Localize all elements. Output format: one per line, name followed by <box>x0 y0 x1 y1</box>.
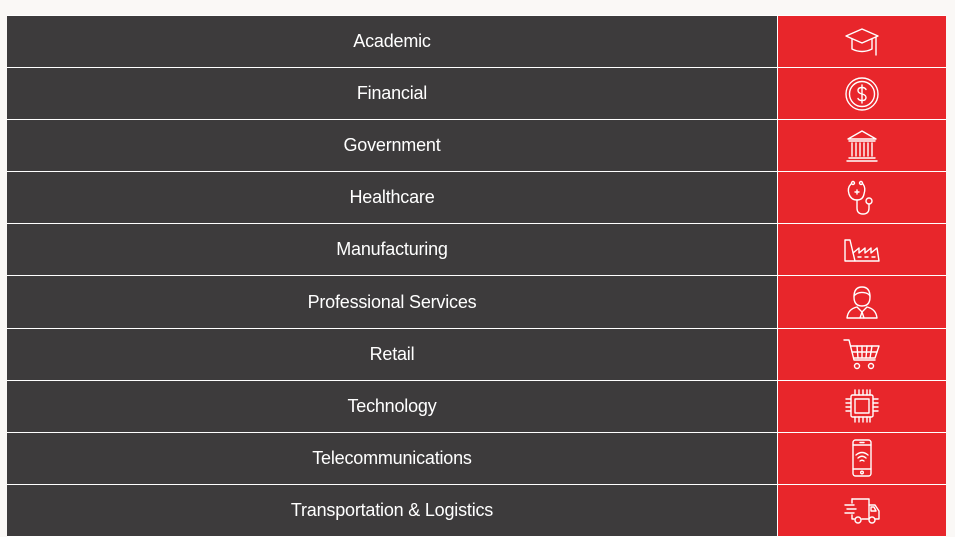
industry-label: Healthcare <box>7 172 778 224</box>
dollar-coin-icon <box>845 76 879 111</box>
industry-row-healthcare: Healthcare <box>7 172 946 225</box>
industry-label: Government <box>7 120 778 172</box>
industry-label: Academic <box>7 16 778 68</box>
industry-row-professional-services: Professional Services <box>7 276 946 329</box>
industry-row-transportation-logistics: Transportation & Logistics <box>7 484 946 537</box>
industry-row-manufacturing: Manufacturing <box>7 224 946 277</box>
industry-icon-cell <box>778 432 946 484</box>
industry-label: Telecommunications <box>7 432 778 484</box>
industry-icon-cell <box>778 68 946 120</box>
industry-icon-cell <box>778 484 946 536</box>
industry-row-retail: Retail <box>7 328 946 381</box>
government-building-icon <box>846 130 878 162</box>
industry-icon-cell <box>778 276 946 328</box>
industry-icon-cell <box>778 224 946 276</box>
industry-icon-cell <box>778 328 946 380</box>
industry-row-academic: Academic <box>7 16 946 69</box>
industry-table: Academic Financial Government Healthcare… <box>7 15 946 537</box>
microchip-icon <box>845 389 879 423</box>
industry-icon-cell <box>778 16 946 68</box>
shopping-cart-icon <box>843 339 880 370</box>
industry-label: Transportation & Logistics <box>7 484 778 536</box>
industry-label: Technology <box>7 380 778 432</box>
mobile-phone-wifi-icon <box>852 439 872 477</box>
delivery-truck-icon <box>844 498 880 525</box>
industry-label: Professional Services <box>7 276 778 328</box>
industry-label: Retail <box>7 328 778 380</box>
industry-row-technology: Technology <box>7 380 946 433</box>
graduation-cap-icon <box>845 27 879 56</box>
industry-icon-cell <box>778 380 946 432</box>
factory-icon <box>844 239 880 262</box>
industry-label: Financial <box>7 68 778 120</box>
industry-icon-cell <box>778 120 946 172</box>
industry-icon-cell <box>778 172 946 224</box>
industry-row-telecommunications: Telecommunications <box>7 432 946 485</box>
stethoscope-icon <box>847 180 873 215</box>
industry-row-financial: Financial <box>7 68 946 121</box>
industry-row-government: Government <box>7 120 946 173</box>
professional-person-icon <box>846 286 878 319</box>
industry-label: Manufacturing <box>7 224 778 276</box>
